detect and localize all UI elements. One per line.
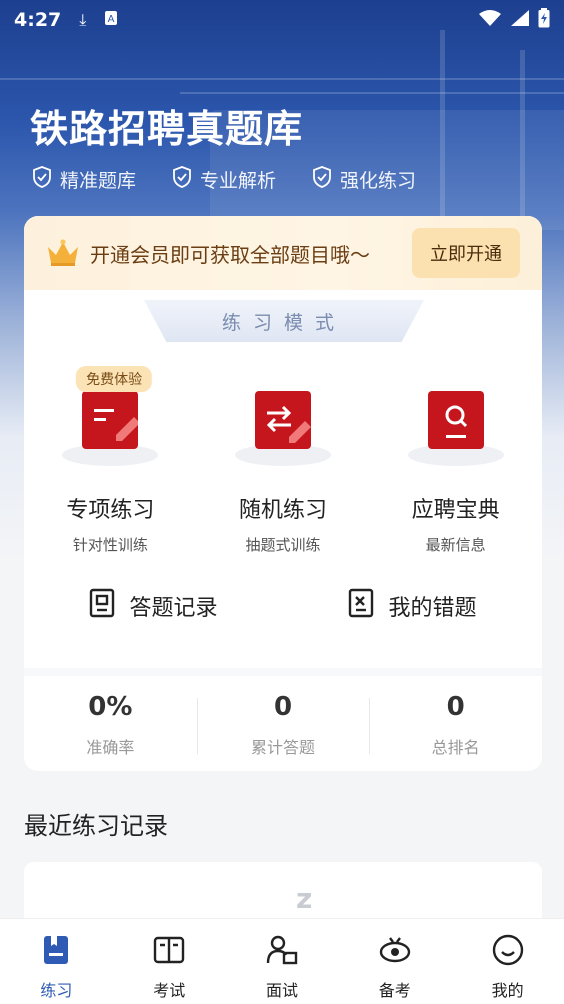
answer-record-link[interactable]: 答题记录	[24, 588, 283, 624]
status-time: 4:27	[14, 9, 62, 31]
feature-item: 强化练习	[312, 166, 416, 193]
profile-icon	[491, 933, 525, 971]
feature-label: 专业解析	[200, 170, 277, 192]
recent-records-title: 最近练习记录	[24, 812, 168, 840]
stat-label: 总排名	[431, 738, 480, 757]
stat-accuracy: 0% 准确率	[24, 676, 197, 771]
mode-title: 应聘宝典	[411, 498, 500, 523]
svg-text:A: A	[108, 14, 115, 25]
shield-check-icon	[172, 166, 192, 193]
feature-label: 强化练习	[340, 170, 417, 192]
feature-list: 精准题库 专业解析 强化练习	[32, 166, 416, 193]
app-notification-icon: A	[104, 10, 118, 30]
mode-special-practice[interactable]: 免费体验 专项练习 针对性训练	[24, 366, 197, 555]
nav-practice[interactable]: 练习	[0, 919, 113, 1004]
stat-value: 0%	[88, 692, 133, 722]
mode-title: 随机练习	[238, 498, 327, 523]
wifi-icon	[478, 9, 502, 31]
mode-icon-container	[234, 372, 331, 468]
mode-recruitment-guide[interactable]: 应聘宝典 最新信息	[369, 372, 542, 555]
mode-title: 专项练习	[66, 498, 155, 523]
activate-vip-button[interactable]: 立即开通	[412, 228, 520, 278]
shield-check-icon	[312, 166, 332, 193]
mode-subtitle: 针对性训练	[72, 536, 148, 554]
nav-interview[interactable]: 面试	[226, 919, 339, 1004]
record-links: 答题记录 我的错题	[24, 588, 542, 624]
feature-label: 精准题库	[60, 170, 137, 192]
nav-label: 练习	[40, 981, 73, 1000]
vip-promo-text: 开通会员即可获取全部题目哦～	[90, 242, 370, 267]
battery-icon	[538, 8, 550, 32]
nav-prepare[interactable]: 备考	[338, 919, 451, 1004]
mode-subtitle: 最新信息	[425, 536, 486, 554]
bottom-nav: 练习 考试 面试 备考 我的	[0, 918, 564, 1004]
record-label: 答题记录	[129, 596, 218, 621]
practice-icon	[39, 933, 73, 971]
feature-item: 精准题库	[32, 166, 136, 193]
download-icon: ⤓	[79, 10, 87, 29]
mode-subtitle: 抽题式训练	[245, 536, 321, 554]
mode-icon-container	[407, 372, 504, 468]
catenary-pole	[520, 50, 525, 230]
answer-record-icon	[89, 588, 115, 624]
stat-value: 0	[446, 692, 465, 722]
shield-check-icon	[32, 166, 52, 193]
nav-label: 备考	[378, 981, 411, 1000]
nav-label: 面试	[265, 981, 298, 1000]
main-card: 开通会员即可获取全部题目哦～ 立即开通 练习模式 免费体验 专项练习 针对性训练	[24, 216, 542, 771]
interview-icon	[265, 933, 299, 971]
stat-label: 累计答题	[251, 738, 316, 757]
mode-icon-container: 免费体验	[62, 366, 159, 468]
overhead-wire	[0, 78, 564, 80]
overhead-wire	[180, 92, 564, 94]
page-title: 铁路招聘真题库	[30, 107, 304, 151]
document-edit-icon	[82, 391, 141, 449]
stat-total-answers: 0 累计答题	[196, 676, 370, 771]
nav-profile[interactable]: 我的	[451, 919, 564, 1004]
mode-random-practice[interactable]: 随机练习 抽题式训练	[197, 372, 370, 555]
practice-mode-tab: 练习模式	[144, 300, 424, 342]
book-search-icon	[427, 391, 484, 449]
crown-icon	[46, 239, 80, 267]
wrong-questions-icon	[348, 588, 374, 624]
nav-label: 考试	[153, 981, 186, 1000]
shuffle-edit-icon	[254, 391, 311, 449]
stat-rank: 0 总排名	[369, 676, 542, 771]
free-trial-badge: 免费体验	[76, 366, 153, 392]
nav-exam[interactable]: 考试	[113, 919, 226, 1004]
status-bar: 4:27 ⤓ A	[0, 0, 564, 40]
wrong-questions-link[interactable]: 我的错题	[283, 588, 542, 624]
signal-icon	[510, 9, 530, 31]
nav-label: 我的	[491, 981, 524, 1000]
prepare-icon	[378, 933, 412, 971]
empty-state-icon: z	[296, 882, 313, 915]
catenary-pole	[440, 30, 445, 230]
vip-banner[interactable]: 开通会员即可获取全部题目哦～ 立即开通	[24, 216, 542, 290]
exam-icon	[152, 933, 186, 971]
feature-item: 专业解析	[172, 166, 276, 193]
practice-modes: 免费体验 专项练习 针对性训练 随机练习 抽题式训练 应聘宝典 最新信息	[24, 366, 542, 555]
stat-value: 0	[273, 692, 293, 722]
stat-label: 准确率	[86, 738, 135, 757]
record-label: 我的错题	[388, 596, 477, 621]
stats-row: 0% 准确率 0 累计答题 0 总排名	[24, 668, 542, 771]
